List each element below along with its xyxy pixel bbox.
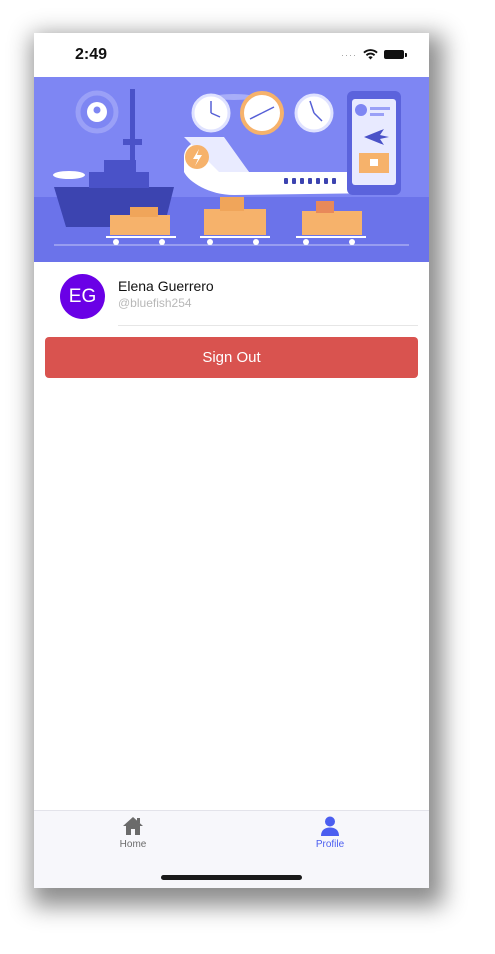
hero-banner [34,77,429,262]
phone-screen: 2:49 ···· EG Elena Guerrero @bluefish254… [34,33,429,888]
clock-icon [191,93,231,133]
home-icon [123,817,143,835]
tab-home[interactable]: Home [73,815,193,859]
user-name: Elena Guerrero [118,278,214,294]
profile-row: EG Elena Guerrero @bluefish254 [34,262,429,326]
status-icons: ···· [341,49,407,60]
home-indicator [161,875,302,880]
tab-home-label: Home [119,839,147,850]
cargo-airport-illustration [34,77,429,262]
signal-dots-icon: ···· [341,49,357,60]
tab-profile-label: Profile [315,839,345,850]
screenshot-stage: 2:49 ···· EG Elena Guerrero @bluefish254… [0,0,495,954]
divider [118,325,418,326]
avatar: EG [60,274,105,319]
sign-out-button[interactable]: Sign Out [45,337,418,378]
person-icon [321,816,339,836]
status-bar: 2:49 ···· [34,33,429,77]
tab-profile[interactable]: Profile [270,815,390,859]
status-time: 2:49 [75,46,108,63]
user-handle: @bluefish254 [118,296,192,310]
wifi-icon [363,49,378,60]
battery-icon [384,50,407,59]
